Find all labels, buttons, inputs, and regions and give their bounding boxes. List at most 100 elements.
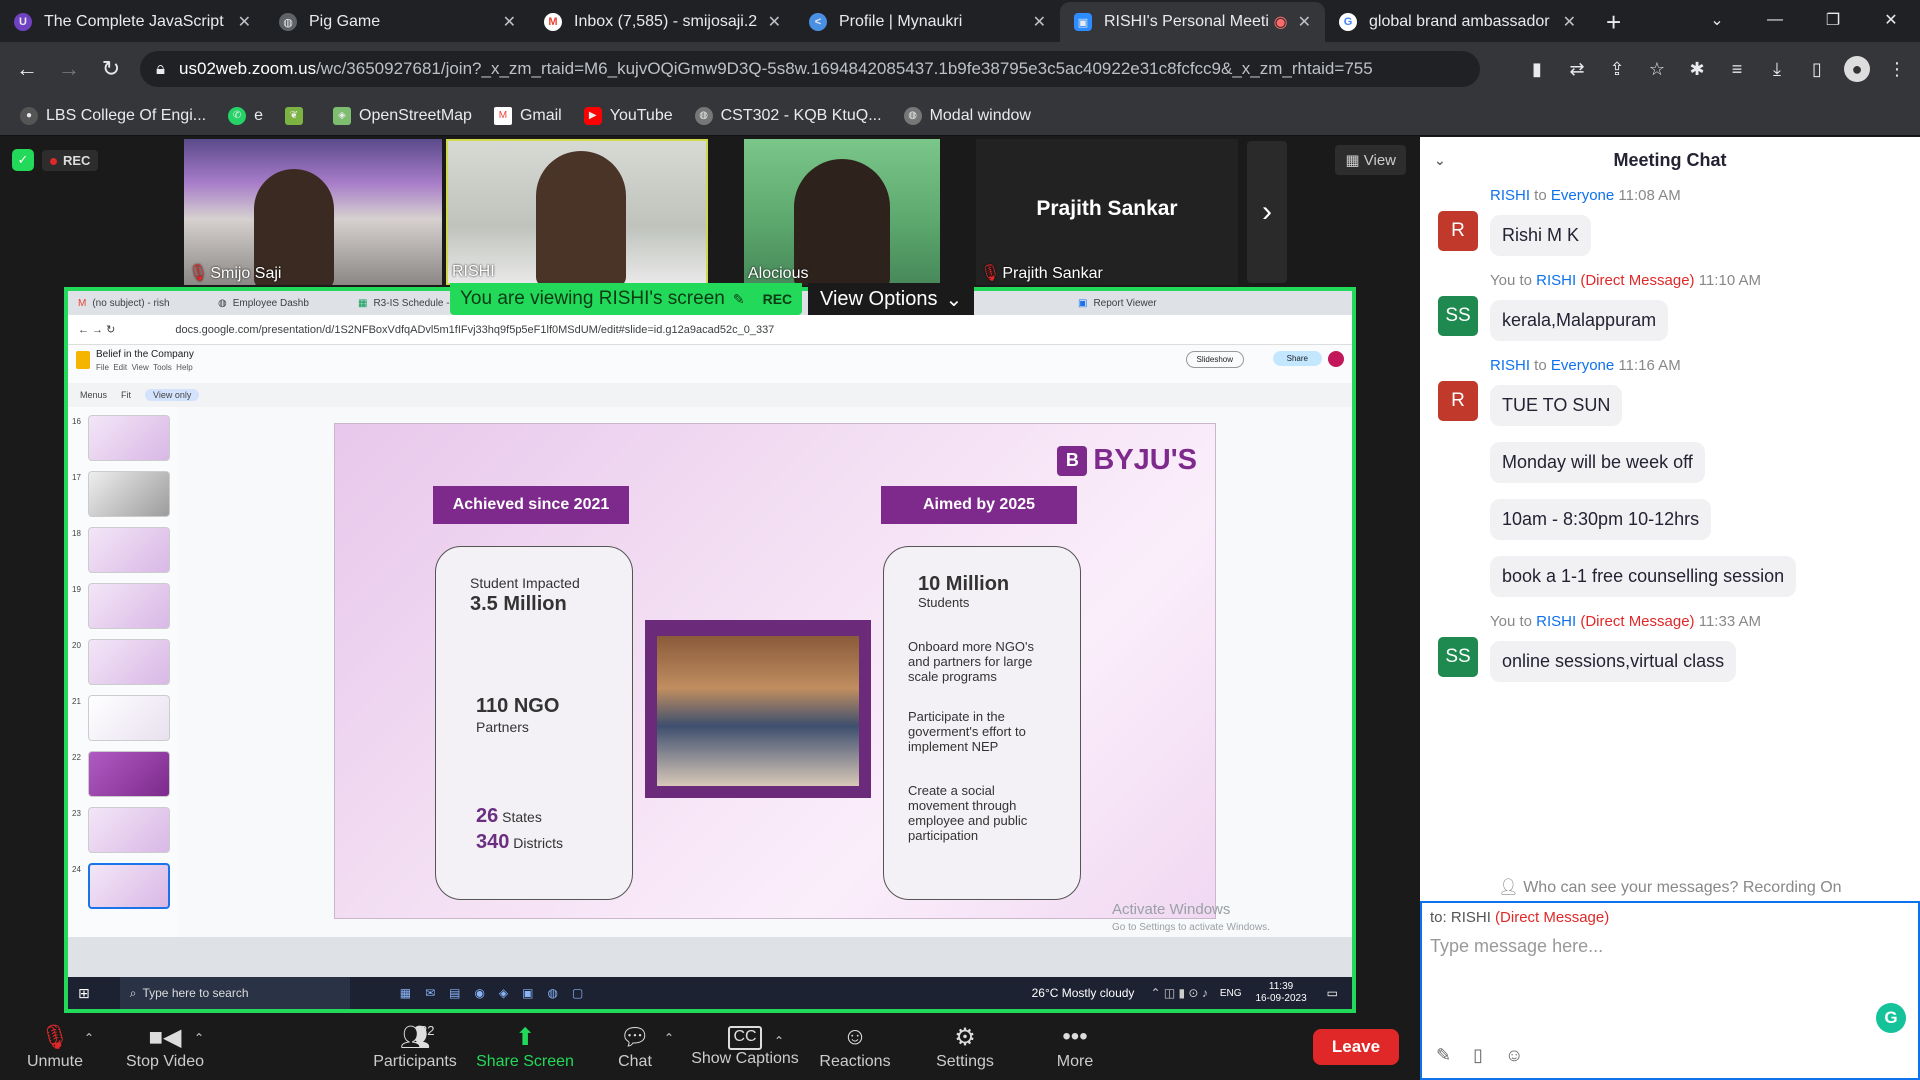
view-button[interactable]: ▦ View bbox=[1335, 145, 1406, 175]
bookmark-label: CST302 - KQB KtuQ... bbox=[720, 106, 882, 124]
show-captions-button[interactable]: CC Show Captions ⌃ bbox=[690, 1025, 800, 1068]
message-bubble[interactable]: book a 1-1 free counselling session bbox=[1490, 556, 1797, 597]
close-tab-icon[interactable]: ✕ bbox=[1563, 12, 1576, 32]
emoji-icon[interactable]: ☺ bbox=[1505, 1045, 1523, 1066]
bookmark-lbs[interactable]: ● LBS College Of Engi... bbox=[20, 106, 206, 125]
bookmark-cst302[interactable]: ◍ CST302 - KQB KtuQ... bbox=[694, 106, 882, 125]
taskbar-search: ⌕ Type here to search bbox=[119, 977, 350, 1009]
new-tab-button[interactable]: + bbox=[1606, 2, 1621, 42]
participant-tile-no-video[interactable]: Prajith Sankar 🎙︎ Prajith Sankar bbox=[976, 139, 1238, 285]
browser-tab-google[interactable]: Gglobal brand ambassador o ✕ bbox=[1325, 2, 1590, 42]
address-bar[interactable]: 🔒︎ us02web.zoom.us/wc/3650927681/join?_x… bbox=[140, 51, 1480, 87]
close-tab-icon[interactable]: ✕ bbox=[503, 12, 516, 32]
settings-button[interactable]: ⚙ Settings bbox=[910, 1023, 1020, 1071]
mic-muted-icon: ✎ bbox=[732, 290, 745, 307]
stop-video-label: Stop Video bbox=[126, 1052, 204, 1070]
share-icon[interactable]: ⇪ bbox=[1604, 56, 1630, 82]
message-bubble[interactable]: kerala,Malappuram bbox=[1490, 300, 1669, 341]
grid-icon: ▦ bbox=[1345, 152, 1364, 169]
stop-video-button[interactable]: ■◀ Stop Video ⌃ bbox=[110, 1023, 220, 1071]
sidepanel-icon[interactable]: ▯ bbox=[1804, 56, 1830, 82]
reactions-button[interactable]: ☺ Reactions bbox=[800, 1023, 910, 1071]
format-icon[interactable]: ✎ bbox=[1436, 1045, 1451, 1066]
who-can-see-messages[interactable]: 👤︎ Who can see your messages? Recording … bbox=[1420, 877, 1920, 897]
menu-icon[interactable]: ⋮ bbox=[1884, 56, 1910, 82]
chevron-up-icon[interactable]: ⌃ bbox=[194, 1031, 204, 1045]
forward-icon[interactable]: → bbox=[48, 56, 90, 82]
download-icon[interactable]: ⤓ bbox=[1764, 56, 1790, 82]
avatar: SS bbox=[1438, 637, 1478, 677]
achieved-card: Student Impacted 3.5 Million 110 NGO Par… bbox=[435, 546, 633, 900]
message-input[interactable]: Type message here... bbox=[1422, 932, 1918, 961]
participants-button[interactable]: 👥︎ 22 Participants bbox=[360, 1023, 470, 1071]
minimize-icon[interactable]: — bbox=[1746, 11, 1804, 29]
translate-icon[interactable]: ⇄ bbox=[1564, 56, 1590, 82]
ngo-value: 110 NGO bbox=[476, 695, 560, 717]
bookmark-osm[interactable]: ◈ OpenStreetMap bbox=[333, 106, 472, 125]
bookmark-leaf[interactable]: ❦ bbox=[285, 106, 311, 125]
participant-video[interactable]: Alocious bbox=[744, 139, 940, 285]
message-bubble[interactable]: online sessions,virtual class bbox=[1490, 641, 1737, 682]
star-icon[interactable]: ☆ bbox=[1644, 56, 1670, 82]
message-meta: You to RISHI (Direct Message) 11:33 AM bbox=[1490, 613, 1761, 630]
camera-icon[interactable]: ▮ bbox=[1524, 56, 1550, 82]
restore-icon[interactable]: ❐ bbox=[1804, 10, 1862, 30]
meeting-controls: 🎙︎ Unmute ⌃ ■◀ Stop Video ⌃ 👥︎ 22 Participants… bbox=[0, 1013, 1420, 1080]
browser-tab-zoom[interactable]: ▣ RISHI's Personal Meetin ◉ ✕ bbox=[1060, 2, 1325, 42]
grammarly-icon[interactable]: G bbox=[1876, 1003, 1906, 1033]
chevron-up-icon[interactable]: ⌃ bbox=[84, 1031, 94, 1045]
view-options-button[interactable]: View Options ⌄ bbox=[808, 283, 975, 315]
back-icon[interactable]: ← bbox=[6, 56, 48, 82]
byjus-logo: B BYJU'S bbox=[1057, 444, 1197, 477]
slide-thumbnail bbox=[88, 751, 170, 797]
close-tab-icon[interactable]: ✕ bbox=[238, 12, 251, 32]
tab-search-icon[interactable]: ⌄ bbox=[1688, 10, 1746, 30]
slide-thumbnail bbox=[88, 415, 170, 461]
browser-tab-gmail[interactable]: M Inbox (7,585) - smijosaji.2@ ✕ bbox=[530, 2, 795, 42]
share-screen-button[interactable]: ⬆ Share Screen bbox=[470, 1023, 580, 1071]
recipient-selector[interactable]: to: RISHI (Direct Message) bbox=[1422, 903, 1918, 932]
message-bubble[interactable]: 10am - 8:30pm 10-12hrs bbox=[1490, 499, 1712, 540]
slide-number: 24 bbox=[72, 865, 81, 874]
file-icon[interactable]: ▯ bbox=[1473, 1045, 1483, 1066]
chat-compose-box[interactable]: to: RISHI (Direct Message) Type message … bbox=[1420, 901, 1920, 1080]
media-icon[interactable]: ≡ bbox=[1724, 56, 1750, 82]
close-tab-icon[interactable]: ✕ bbox=[1033, 12, 1046, 32]
recording-badge[interactable]: REC bbox=[42, 149, 99, 171]
reload-icon[interactable]: ↻ bbox=[90, 56, 132, 82]
chevron-up-icon[interactable]: ⌃ bbox=[774, 1034, 784, 1048]
shield-icon[interactable]: ✓ bbox=[12, 149, 34, 171]
next-participants-button[interactable]: › bbox=[1247, 141, 1287, 283]
windows-taskbar: ⊞ ⌕ Type here to search ▦✉▤◉◈▣◍▢ 26°C Mo… bbox=[68, 977, 1352, 1009]
zoom-fit: Fit bbox=[121, 390, 132, 400]
browser-tab-pig-game[interactable]: ◍ Pig Game ✕ bbox=[265, 2, 530, 42]
participant-display-name: Prajith Sankar bbox=[1036, 197, 1178, 220]
extensions-icon[interactable]: ✱ bbox=[1684, 56, 1710, 82]
participant-video-active-speaker[interactable]: RISHI bbox=[446, 139, 708, 285]
bookmark-whatsapp[interactable]: ✆ e bbox=[228, 106, 263, 125]
more-button[interactable]: ••• More bbox=[1020, 1023, 1130, 1071]
browser-tab-javascript[interactable]: U The Complete JavaScript Co ✕ bbox=[0, 2, 265, 42]
close-window-icon[interactable]: ✕ bbox=[1862, 10, 1920, 30]
compose-tools: ✎ ▯ ☺ bbox=[1436, 1045, 1523, 1066]
close-tab-icon[interactable]: ✕ bbox=[1298, 12, 1311, 32]
chat-button[interactable]: 💬︎ Chat ⌃ bbox=[580, 1023, 690, 1071]
message-bubble[interactable]: Rishi M K bbox=[1490, 215, 1592, 256]
bookmark-gmail[interactable]: M Gmail bbox=[493, 106, 562, 125]
unmute-button[interactable]: 🎙︎ Unmute ⌃ bbox=[0, 1023, 110, 1071]
bookmark-youtube[interactable]: ▶ YouTube bbox=[583, 106, 673, 125]
participant-video[interactable]: 🎙︎ Smijo Saji bbox=[184, 139, 442, 285]
mic-muted-icon: 🎙︎ bbox=[188, 265, 209, 282]
close-tab-icon[interactable]: ✕ bbox=[768, 12, 781, 32]
leave-button[interactable]: Leave bbox=[1313, 1029, 1399, 1065]
message-meta: You to RISHI (Direct Message) 11:10 AM bbox=[1490, 272, 1761, 289]
profile-avatar[interactable]: ● bbox=[1844, 56, 1870, 82]
tab-title: global brand ambassador o bbox=[1369, 13, 1553, 30]
url-path: /wc/3650927681/join?_x_zm_rtaid=M6_kujvO… bbox=[316, 59, 1373, 78]
browser-tab-naukri[interactable]: < Profile | Mynaukri ✕ bbox=[795, 2, 1060, 42]
chevron-up-icon[interactable]: ⌃ bbox=[664, 1031, 674, 1045]
message-bubble[interactable]: Monday will be week off bbox=[1490, 442, 1705, 483]
bookmark-modal[interactable]: ◍ Modal window bbox=[903, 106, 1031, 125]
message-bubble[interactable]: TUE TO SUN bbox=[1490, 385, 1623, 426]
chevron-down-icon[interactable]: ⌄ bbox=[1434, 152, 1446, 169]
